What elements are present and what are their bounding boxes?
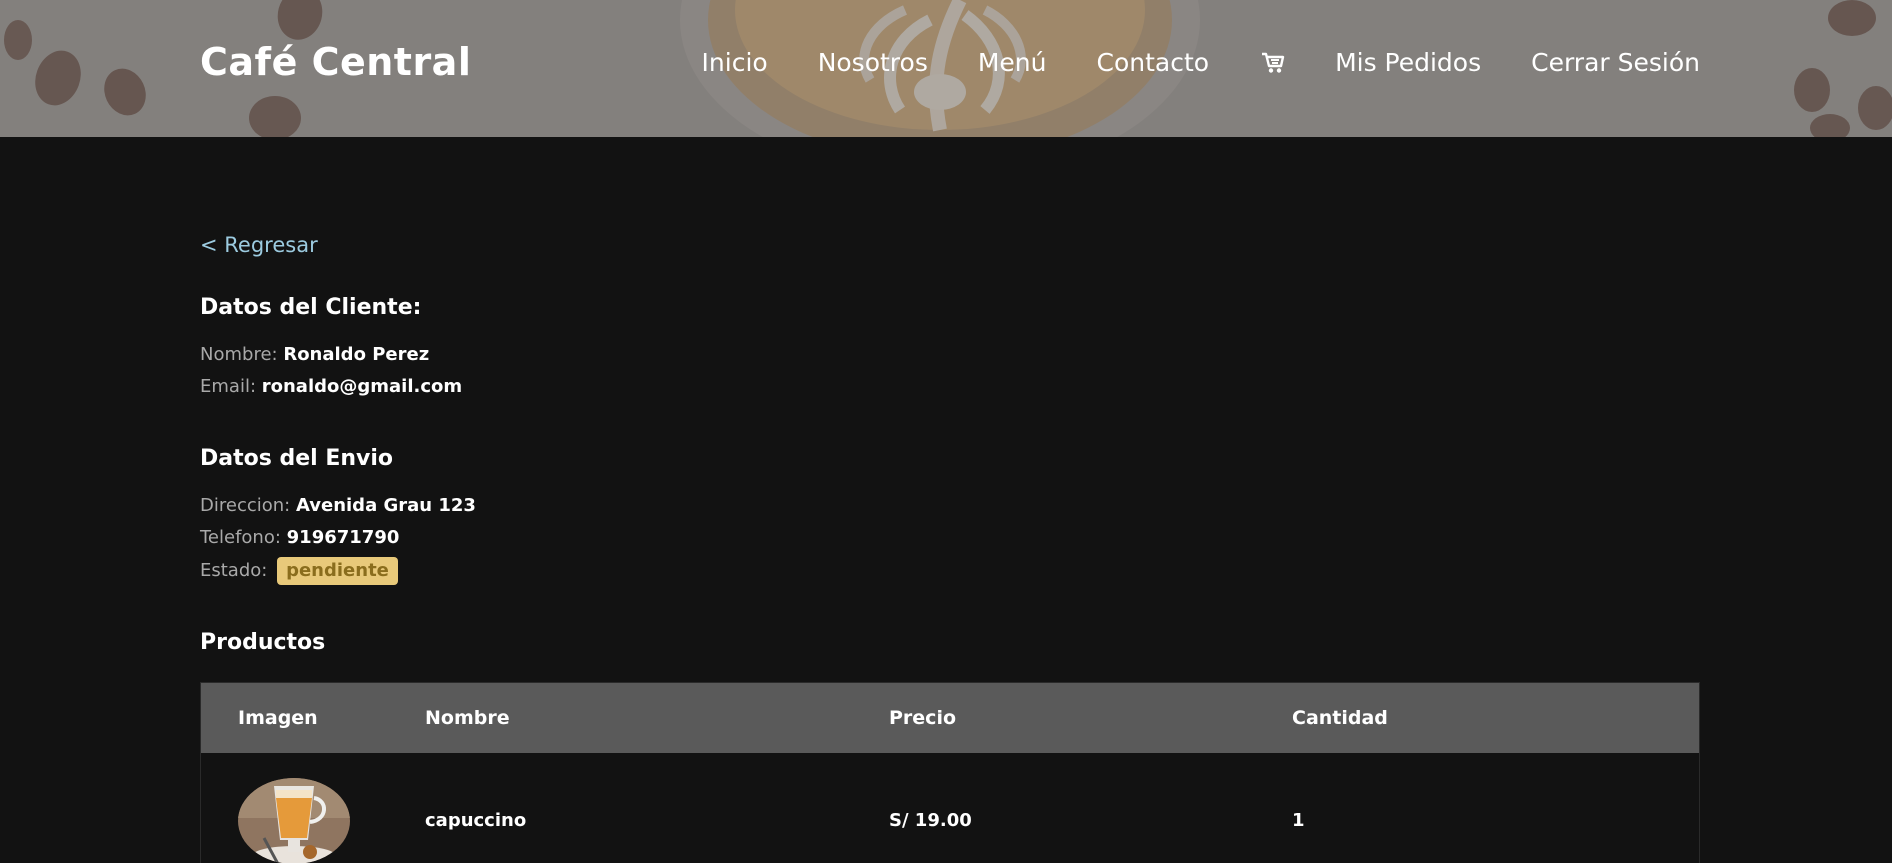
email-value: ronaldo@gmail.com — [261, 376, 463, 397]
nav-nosotros[interactable]: Nosotros — [818, 48, 928, 77]
estado-label: Estado: — [200, 560, 268, 581]
nav-cerrar-sesion[interactable]: Cerrar Sesión — [1531, 48, 1700, 77]
site-header: Café Central Inicio Nosotros Menú Contac… — [0, 0, 1892, 137]
table-header: Imagen Nombre Precio Cantidad — [201, 683, 1699, 753]
email-label: Email: — [200, 376, 257, 397]
product-quantity: 1 — [1292, 810, 1305, 831]
productos-section-title: Productos — [200, 630, 326, 655]
column-header-nombre: Nombre — [425, 707, 510, 729]
envio-telefono: Telefono: 919671790 — [200, 527, 399, 548]
shopping-cart-icon[interactable] — [1261, 52, 1285, 74]
product-name: capuccino — [425, 810, 527, 831]
cliente-nombre: Nombre: Ronaldo Perez — [200, 344, 429, 365]
status-badge: pendiente — [277, 557, 398, 585]
nombre-label: Nombre: — [200, 344, 278, 365]
nav-contacto[interactable]: Contacto — [1097, 48, 1210, 77]
cliente-email: Email: ronaldo@gmail.com — [200, 376, 462, 397]
cliente-section-title: Datos del Cliente: — [200, 295, 422, 320]
telefono-value: 919671790 — [286, 527, 400, 548]
site-logo[interactable]: Café Central — [200, 40, 471, 84]
nav-mis-pedidos[interactable]: Mis Pedidos — [1335, 48, 1481, 77]
envio-direccion: Direccion: Avenida Grau 123 — [200, 495, 476, 516]
product-image — [238, 778, 350, 863]
main-nav: Inicio Nosotros Menú Contacto Mis Pedido… — [702, 48, 1700, 77]
envio-estado: Estado: pendiente — [200, 557, 398, 585]
column-header-imagen: Imagen — [238, 707, 318, 729]
column-header-precio: Precio — [889, 707, 957, 729]
product-price: S/ 19.00 — [889, 810, 972, 831]
envio-section-title: Datos del Envio — [200, 446, 394, 471]
direccion-value: Avenida Grau 123 — [295, 495, 476, 516]
nombre-value: Ronaldo Perez — [283, 344, 430, 365]
nav-inicio[interactable]: Inicio — [702, 48, 768, 77]
nav-menu[interactable]: Menú — [978, 48, 1047, 77]
direccion-label: Direccion: — [200, 495, 291, 516]
back-link[interactable]: < Regresar — [200, 233, 318, 257]
column-header-cantidad: Cantidad — [1292, 707, 1388, 729]
telefono-label: Telefono: — [200, 527, 281, 548]
productos-table: Imagen Nombre Precio Cantidad capuccino … — [200, 682, 1700, 863]
